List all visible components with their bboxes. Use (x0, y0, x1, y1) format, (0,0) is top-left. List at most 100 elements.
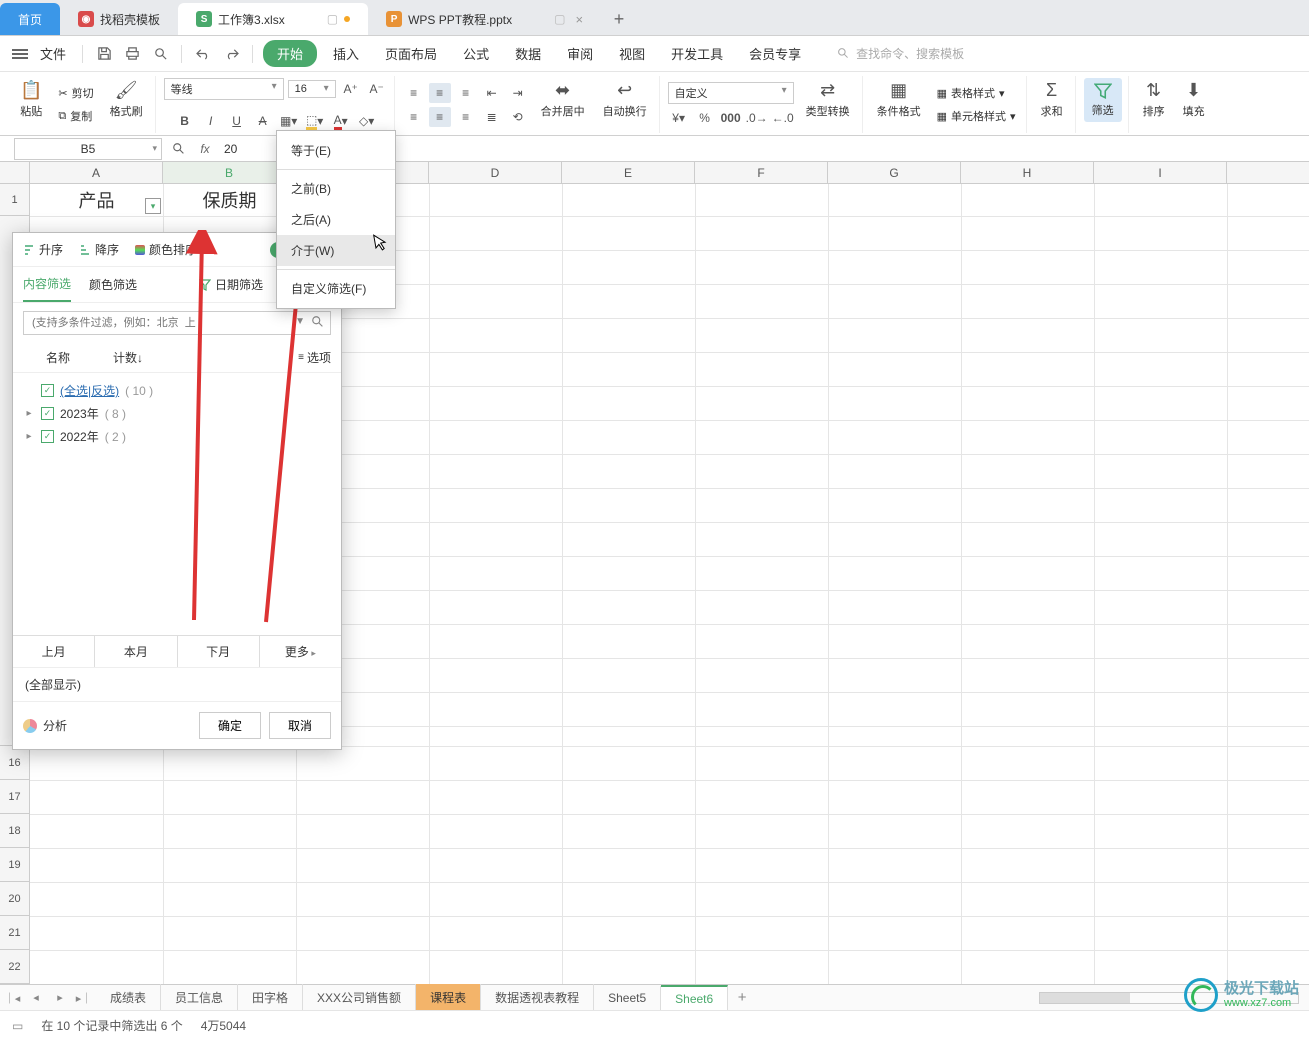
sheet-nav-next[interactable]: ▸ (48, 991, 72, 1004)
dec-inc-icon[interactable]: .0→ (746, 108, 768, 128)
sheet-tab-2[interactable]: 员工信息 (161, 984, 238, 1011)
menu-formula[interactable]: 公式 (453, 40, 499, 67)
currency-icon[interactable]: ¥▾ (668, 108, 690, 128)
ctx-after[interactable]: 之后(A) (277, 204, 395, 235)
filter-button[interactable]: 筛选 (1084, 78, 1122, 122)
filter-show-all[interactable]: (全部显示) (13, 667, 341, 701)
col-H[interactable]: H (961, 162, 1094, 183)
checkbox-icon[interactable]: ✓ (41, 407, 54, 420)
menu-layout[interactable]: 页面布局 (375, 40, 447, 67)
sheet-nav-first[interactable]: ｜◂ (0, 990, 24, 1006)
sheet-nav-prev[interactable]: ◂ (24, 991, 48, 1004)
fontsize-select[interactable]: 16 (288, 80, 336, 98)
wrap-text-button[interactable]: ↩自动换行 (597, 78, 653, 131)
filter-handle-A[interactable]: ▾ (145, 198, 161, 214)
tab-home[interactable]: 首页 (0, 3, 60, 35)
dec-dec-icon[interactable]: ←.0 (772, 108, 794, 128)
name-box[interactable]: B5 (14, 138, 162, 160)
menu-insert[interactable]: 插入 (323, 40, 369, 67)
status-mode-icon[interactable]: ▭ (12, 1019, 23, 1033)
menu-vip[interactable]: 会员专享 (739, 40, 811, 67)
tab-workbook[interactable]: S 工作簿3.xlsx ▢ (178, 3, 368, 35)
cell-style-button[interactable]: ▦ 单元格样式▾ (933, 106, 1020, 126)
font-select[interactable]: 等线 (164, 78, 284, 100)
align-bot-icon[interactable]: ≡ (455, 83, 477, 103)
sheet-tab-3[interactable]: 田字格 (238, 984, 303, 1011)
qa-redo-icon[interactable] (220, 43, 242, 65)
tab-ppt[interactable]: P WPS PPT教程.pptx ▢ × (368, 3, 601, 35)
justify-icon[interactable]: ≣ (481, 107, 503, 127)
menu-start[interactable]: 开始 (263, 40, 317, 67)
qa-undo-icon[interactable] (192, 43, 214, 65)
menu-review[interactable]: 审阅 (557, 40, 603, 67)
bold-icon[interactable]: B (174, 111, 196, 131)
shrink-font-icon[interactable]: A⁻ (366, 79, 388, 99)
quick-more[interactable]: 更多 ▸ (260, 636, 341, 667)
border-icon[interactable]: ▦▾ (278, 111, 300, 131)
row-1[interactable]: 1 (0, 184, 29, 216)
ctx-custom[interactable]: 自定义筛选(F) (277, 273, 395, 304)
cut-button[interactable]: ✂ 剪切 (54, 83, 97, 103)
format-painter-button[interactable]: 🖌格式刷 (104, 78, 149, 131)
command-search[interactable]: 查找命令、搜索模板 (837, 45, 964, 62)
quick-next-month[interactable]: 下月 (178, 636, 260, 667)
expand-icon[interactable]: ▸ (23, 408, 35, 419)
percent-icon[interactable]: % (694, 108, 716, 128)
checkbox-icon[interactable]: ✓ (41, 384, 54, 397)
sheet-tab-8[interactable]: Sheet6 (661, 985, 728, 1011)
underline-icon[interactable]: U (226, 111, 248, 131)
orientation-icon[interactable]: ⟲ (507, 107, 529, 127)
font-color-icon[interactable]: A▾ (330, 111, 352, 131)
cond-format-button[interactable]: ▦条件格式 (871, 78, 927, 131)
row-20[interactable]: 20 (0, 882, 29, 916)
fill-button[interactable]: ⬇填充 (1177, 78, 1211, 131)
sort-desc-button[interactable]: 降序 (79, 241, 119, 258)
table-style-button[interactable]: ▦ 表格样式▾ (933, 83, 1020, 103)
paste-button[interactable]: 📋粘贴 (14, 78, 48, 131)
checkbox-icon[interactable]: ✓ (41, 430, 54, 443)
add-tab-button[interactable]: + (601, 3, 637, 35)
select-all-link[interactable]: (全选|反选) (60, 382, 119, 399)
italic-icon[interactable]: I (200, 111, 222, 131)
tab-menu-icon[interactable]: ▢ (327, 12, 338, 26)
sheet-nav-last[interactable]: ▸｜ (72, 990, 96, 1006)
col-A[interactable]: A (30, 162, 163, 183)
fb-zoom-icon[interactable] (166, 142, 192, 156)
indent-inc-icon[interactable]: ⇥ (507, 83, 529, 103)
align-top-icon[interactable]: ≡ (403, 83, 425, 103)
sort-asc-button[interactable]: 升序 (23, 241, 63, 258)
col-count[interactable]: 计数↓ (93, 349, 163, 366)
add-sheet-button[interactable]: + (728, 989, 756, 1006)
cancel-button[interactable]: 取消 (269, 712, 331, 739)
type-convert-button[interactable]: ⇄类型转换 (800, 78, 856, 131)
align-right-icon[interactable]: ≡ (455, 107, 477, 127)
row-18[interactable]: 18 (0, 814, 29, 848)
tab-menu-icon[interactable]: ▢ (554, 12, 565, 26)
tab-color-filter[interactable]: 颜色筛选 (89, 268, 137, 301)
copy-button[interactable]: ⧉ 复制 (54, 106, 97, 126)
align-mid-icon[interactable]: ≡ (429, 83, 451, 103)
col-G[interactable]: G (828, 162, 961, 183)
menu-dev[interactable]: 开发工具 (661, 40, 733, 67)
align-left-icon[interactable]: ≡ (403, 107, 425, 127)
row-16[interactable]: 16 (0, 746, 29, 780)
hamburger-icon[interactable] (12, 49, 28, 59)
fill-color-icon[interactable]: ⬚▾ (304, 111, 326, 131)
tab-content-filter[interactable]: 内容筛选 (23, 267, 71, 302)
number-format-select[interactable]: 自定义 (668, 82, 794, 104)
strike-icon[interactable]: A (252, 111, 274, 131)
menu-view[interactable]: 视图 (609, 40, 655, 67)
col-E[interactable]: E (562, 162, 695, 183)
close-icon[interactable]: × (575, 12, 583, 27)
col-D[interactable]: D (429, 162, 562, 183)
qa-print-icon[interactable] (121, 43, 143, 65)
sheet-tab-1[interactable]: 成绩表 (96, 984, 161, 1011)
fx-icon[interactable]: fx (192, 142, 218, 156)
indent-dec-icon[interactable]: ⇤ (481, 83, 503, 103)
expand-icon[interactable]: ▸ (23, 431, 35, 442)
file-menu[interactable]: 文件 (40, 44, 66, 63)
menu-data[interactable]: 数据 (505, 40, 551, 67)
sheet-tab-5[interactable]: 课程表 (416, 984, 481, 1011)
ctx-equal[interactable]: 等于(E) (277, 135, 395, 166)
clear-format-icon[interactable]: ◇▾ (356, 111, 378, 131)
